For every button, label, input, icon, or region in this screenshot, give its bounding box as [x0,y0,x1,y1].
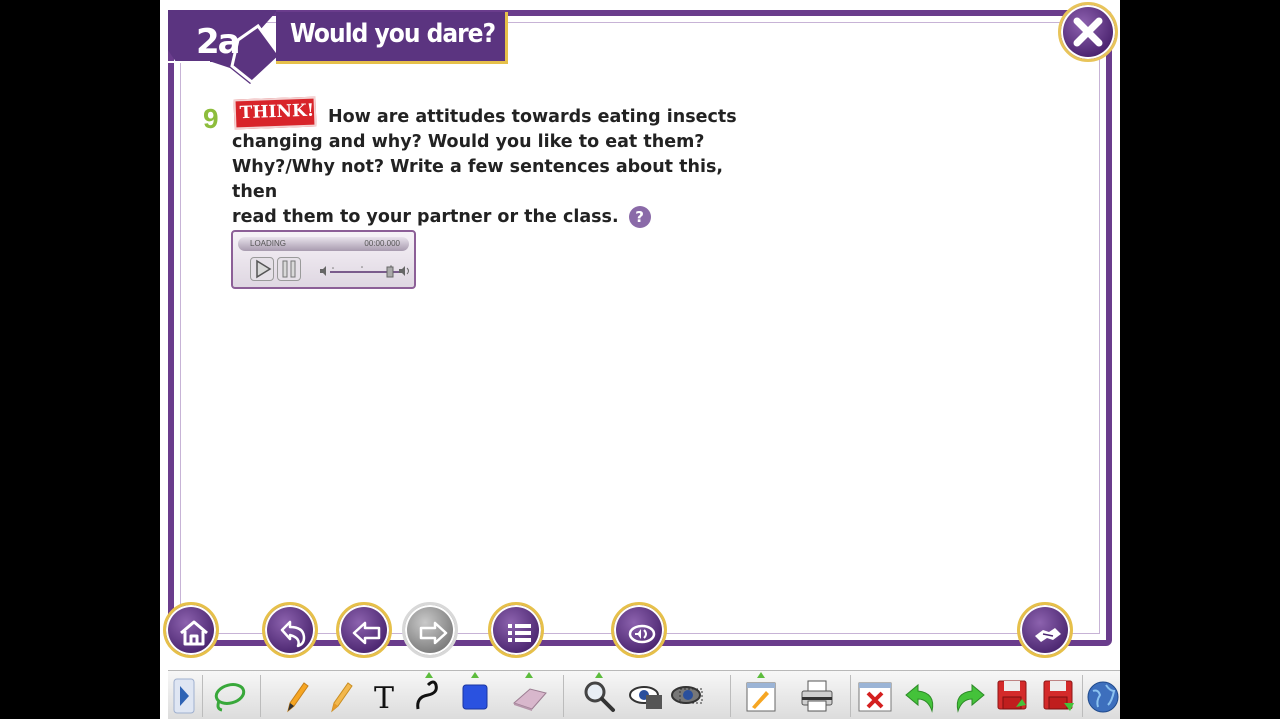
print-button[interactable] [798,677,836,715]
page-header: 2a Would you dare? [168,10,508,84]
printer-icon [801,680,833,712]
menu-button[interactable] [488,602,544,658]
arrow-left-icon [352,621,381,645]
notes-button[interactable] [742,672,780,715]
redo-icon [956,683,985,713]
list-icon [508,624,531,642]
exercise-instructions: How are attitudes towards eating insects… [232,105,772,230]
arrow-right-icon [419,621,448,645]
pause-icon [282,260,296,278]
instruction-line-2: changing and why? Would you like to eat … [232,132,705,152]
delete-icon [858,682,892,712]
redo-button[interactable] [950,677,988,715]
eye-reveal-icon [671,686,703,704]
instruction-line-4: read them to your partner or the class. [232,207,619,227]
close-icon [1073,17,1103,47]
svg-text:T: T [374,681,394,715]
floppy-save-as-icon [1043,680,1074,711]
previous-page-button[interactable] [336,602,392,658]
floppy-icon [997,680,1027,710]
pencil-icon [287,682,309,713]
reveal-tool-button[interactable] [668,677,706,715]
help-icon[interactable]: ? [628,206,651,228]
back-button[interactable] [262,602,318,658]
shape-tool-button[interactable] [456,672,494,715]
instruction-line-4-wrap: read them to your partner or the class.? [232,205,772,230]
title-bar: Would you dare? [276,12,508,64]
speaker-icon [628,624,656,644]
clear-all-button[interactable] [856,677,894,715]
audio-player: LOADING 00:00.000 [231,230,416,289]
undo-button[interactable] [902,677,940,715]
bottom-toolbar: T [168,670,1120,719]
handshake-icon [1035,628,1061,642]
text-icon: T [374,681,394,715]
zoom-tool-button[interactable] [580,672,618,715]
audio-progress-bar[interactable]: LOADING 00:00.000 [238,237,409,251]
exercise-number: 9 [203,103,219,134]
instruction-line-3: Why?/Why not? Write a few sentences abou… [232,157,724,202]
play-button[interactable] [250,257,274,281]
audio-time: 00:00.000 [364,239,400,248]
audio-status: LOADING [250,239,287,248]
pen-tool-button[interactable] [276,677,314,715]
highlighter-icon [331,682,353,713]
undo-icon [905,683,934,713]
text-tool-button[interactable]: T [366,677,404,715]
instruction-line-1: How are attitudes towards eating insects [328,107,737,127]
unit-number: 2a [196,22,241,62]
eye-spotlight-icon [629,686,662,709]
lasso-icon [214,683,246,712]
save-button[interactable] [994,677,1032,715]
audio-script-button[interactable] [611,602,667,658]
highlighter-tool-button[interactable] [320,677,358,715]
magnifier-icon [584,681,615,712]
globe-icon [1087,681,1119,713]
spotlight-tool-button[interactable] [628,677,666,715]
back-icon [280,620,306,648]
toolbar-expand-button[interactable] [172,677,198,715]
notepad-icon [746,682,776,712]
close-button[interactable] [1058,2,1118,62]
eraser-icon [513,688,547,711]
app-stage: 2a Would you dare? 9 THINK! How are atti… [160,0,1120,719]
square-icon [462,684,488,710]
home-button[interactable] [163,602,219,658]
collaborate-button[interactable] [1017,602,1073,658]
next-page-button[interactable] [402,602,458,658]
save-as-button[interactable] [1040,677,1078,715]
pause-button[interactable] [277,257,301,281]
web-links-button[interactable] [1084,677,1120,715]
page-title: Would you dare? [290,19,496,49]
home-icon [180,620,208,646]
chevron-right-icon [173,678,195,714]
eraser-tool-button[interactable] [510,672,548,715]
curve-icon [416,680,438,710]
draw-line-tool-button[interactable] [410,672,448,715]
select-tool-button[interactable] [210,677,248,715]
play-icon [256,259,272,279]
volume-slider[interactable] [319,264,411,278]
